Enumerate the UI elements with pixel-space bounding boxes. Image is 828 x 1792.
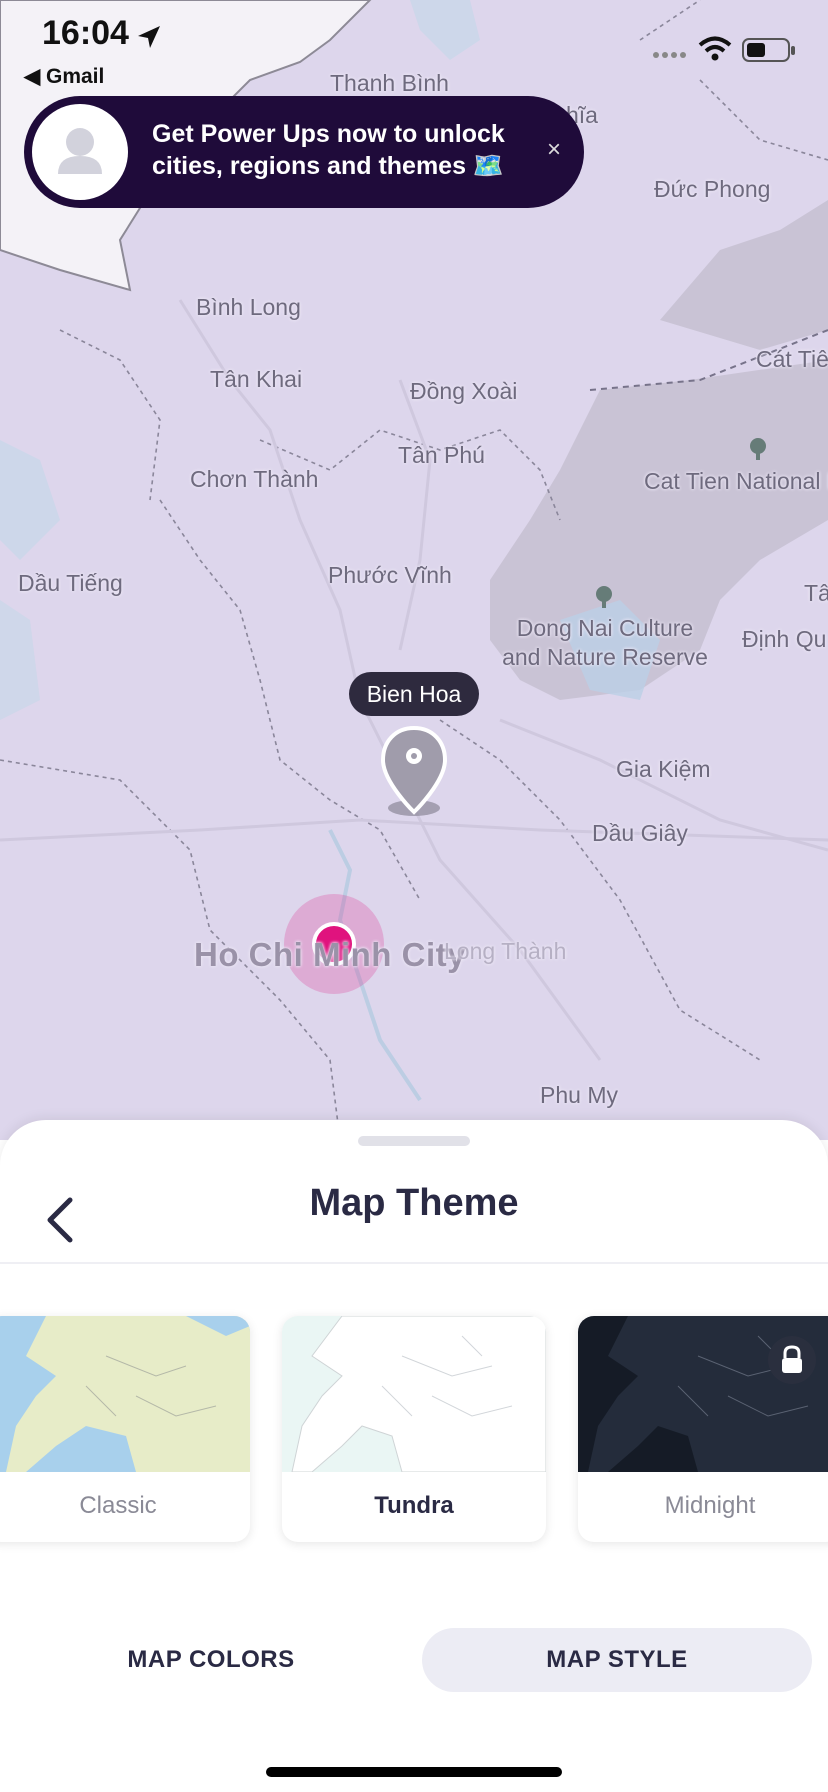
back-button[interactable] <box>36 1180 84 1256</box>
home-indicator[interactable] <box>266 1767 562 1777</box>
chevron-left-icon <box>47 1197 73 1243</box>
map-label: Cat Tien National P <box>644 468 828 494</box>
tab-map-style[interactable]: MAP STYLE <box>422 1628 812 1692</box>
divider <box>0 1262 828 1264</box>
battery-icon <box>742 38 795 62</box>
classic-thumbnail <box>0 1316 250 1472</box>
map-label: Chơn Thành <box>190 466 319 492</box>
map-label: Phu My <box>540 1082 618 1108</box>
tundra-thumbnail <box>282 1316 546 1472</box>
theme-label: Midnight <box>664 1492 756 1519</box>
map-label: Đức Phong <box>654 176 771 202</box>
map-label: Gia Kiệm <box>616 756 711 782</box>
lock-icon <box>782 1345 802 1373</box>
cellular-signal-icon <box>653 52 686 58</box>
sheet-grabber[interactable] <box>358 1136 470 1146</box>
user-avatar-icon <box>58 128 102 174</box>
map-label: Định Qu <box>742 626 827 652</box>
map-label: Bình Long <box>196 294 301 320</box>
map-theme-sheet: Map Theme Classic Tundra Midnight MAP CO… <box>0 1120 828 1792</box>
theme-label: Classic <box>79 1492 157 1519</box>
map-label: Tâ <box>804 580 828 606</box>
map-label: Đồng Xoài <box>410 378 518 404</box>
wifi-icon <box>698 36 732 61</box>
location-arrow-icon <box>138 26 160 48</box>
sheet-title: Map Theme <box>309 1182 519 1224</box>
theme-card-midnight[interactable]: Midnight <box>578 1316 828 1542</box>
power-ups-banner[interactable]: Get Power Ups now to unlock cities, regi… <box>24 96 584 208</box>
lock-badge <box>768 1336 816 1384</box>
theme-label: Tundra <box>374 1492 454 1519</box>
theme-card-classic[interactable]: Classic <box>0 1316 250 1542</box>
avatar <box>32 104 128 200</box>
map-label-city: Ho Chi Minh City <box>194 936 466 973</box>
banner-message: Get Power Ups now to unlock cities, regi… <box>152 120 505 180</box>
tab-map-colors[interactable]: MAP COLORS <box>36 1628 386 1692</box>
map-label: Phước Vĩnh <box>328 562 452 588</box>
clock: 16:04 <box>42 14 129 52</box>
map-label: Dong Nai Culture and Nature Reserve <box>502 615 708 670</box>
close-icon[interactable]: × <box>536 132 572 168</box>
selected-marker-label[interactable]: Bien Hoa <box>349 672 479 716</box>
map-label: Dầu Giây <box>592 820 688 846</box>
back-to-app-link[interactable]: ◀ Gmail <box>24 64 104 89</box>
map-label: Long Thành <box>444 938 567 964</box>
status-bar: 16:04 ◀ Gmail <box>0 0 828 96</box>
map-label: Tân Khai <box>210 366 303 392</box>
map-label: Tân Phú <box>398 442 485 468</box>
map-label: Cát Tiê <box>756 346 828 372</box>
map-label: Dầu Tiếng <box>18 570 123 596</box>
theme-card-tundra[interactable]: Tundra <box>282 1316 546 1542</box>
